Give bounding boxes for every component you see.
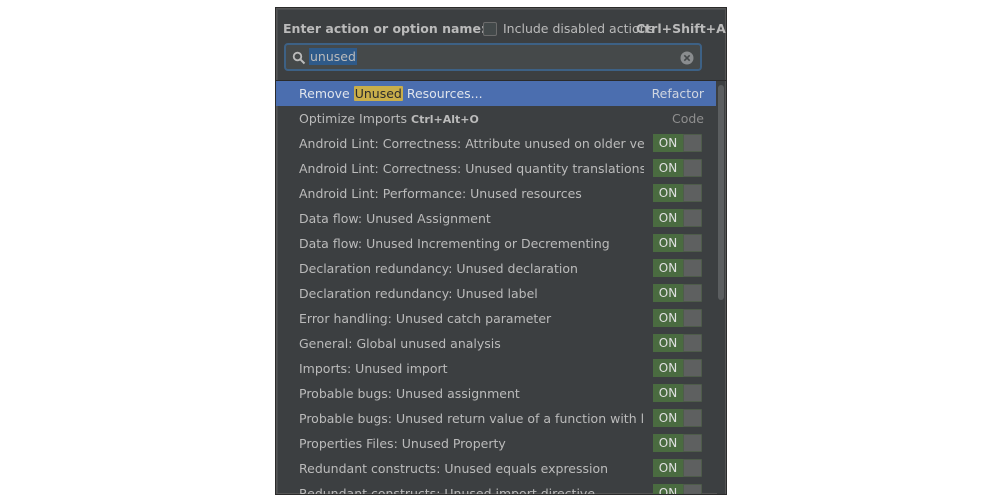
toggle-knob[interactable] bbox=[684, 210, 701, 226]
option-toggle[interactable]: ON bbox=[653, 409, 702, 427]
result-row[interactable]: Declaration redundancy: Unused label ON bbox=[276, 281, 716, 306]
toggle-knob[interactable] bbox=[684, 135, 701, 151]
result-name-text: Optimize Imports bbox=[299, 111, 411, 126]
toggle-state-label: ON bbox=[653, 334, 683, 352]
include-disabled-shortcut: Ctrl+Shift+A bbox=[636, 21, 726, 36]
toggle-state-label: ON bbox=[653, 459, 683, 477]
result-name: Declaration redundancy: Unused label bbox=[299, 286, 538, 301]
option-toggle[interactable]: ON bbox=[653, 484, 702, 494]
result-row[interactable]: Optimize Imports Ctrl+Alt+O Code bbox=[276, 106, 716, 131]
find-action-popup: Enter action or option name: Include dis… bbox=[275, 7, 727, 495]
result-row[interactable]: General: Global unused analysis ON bbox=[276, 331, 716, 356]
toggle-state-label: ON bbox=[653, 159, 683, 177]
toggle-knob[interactable] bbox=[684, 310, 701, 326]
option-toggle[interactable]: ON bbox=[653, 259, 702, 277]
include-disabled-checkbox[interactable] bbox=[483, 22, 497, 36]
option-toggle[interactable]: ON bbox=[653, 334, 702, 352]
result-row[interactable]: Android Lint: Correctness: Attribute unu… bbox=[276, 131, 716, 156]
toggle-state-label: ON bbox=[653, 209, 683, 227]
popup-header: Enter action or option name: Include dis… bbox=[283, 21, 726, 39]
result-row[interactable]: Error handling: Unused catch parameter ON bbox=[276, 306, 716, 331]
toggle-knob[interactable] bbox=[684, 435, 701, 451]
toggle-state-label: ON bbox=[653, 434, 683, 452]
result-row[interactable]: Android Lint: Correctness: Unused quanti… bbox=[276, 156, 716, 181]
toggle-knob[interactable] bbox=[684, 235, 701, 251]
option-toggle[interactable]: ON bbox=[653, 359, 702, 377]
result-row[interactable]: Redundant constructs: Unused import dire… bbox=[276, 481, 716, 495]
toggle-knob[interactable] bbox=[684, 460, 701, 476]
action-prompt-label: Enter action or option name: bbox=[283, 21, 486, 36]
result-row[interactable]: Probable bugs: Unused return value of a … bbox=[276, 406, 716, 431]
option-toggle[interactable]: ON bbox=[653, 159, 702, 177]
results-list: Remove Unused Resources... Refactor Optimi… bbox=[276, 81, 716, 495]
result-shortcut: Ctrl+Alt+O bbox=[411, 113, 479, 126]
search-icon bbox=[292, 50, 306, 65]
result-group: Code bbox=[671, 111, 704, 126]
toggle-state-label: ON bbox=[653, 234, 683, 252]
result-name: Data flow: Unused Incrementing or Decrem… bbox=[299, 236, 610, 251]
search-field[interactable]: unused bbox=[284, 43, 702, 71]
scrollbar-thumb[interactable] bbox=[718, 85, 724, 300]
toggle-knob[interactable] bbox=[684, 410, 701, 426]
option-toggle[interactable]: ON bbox=[653, 459, 702, 477]
option-toggle[interactable]: ON bbox=[653, 384, 702, 402]
result-name: Declaration redundancy: Unused declarati… bbox=[299, 261, 578, 276]
result-row[interactable]: Data flow: Unused Assignment ON bbox=[276, 206, 716, 231]
toggle-knob[interactable] bbox=[684, 335, 701, 351]
toggle-knob[interactable] bbox=[684, 260, 701, 276]
search-input[interactable]: unused bbox=[309, 48, 357, 65]
result-name: Optimize Imports Ctrl+Alt+O bbox=[299, 106, 644, 131]
result-name: Properties Files: Unused Property bbox=[299, 436, 506, 451]
option-toggle[interactable]: ON bbox=[653, 234, 702, 252]
toggle-state-label: ON bbox=[653, 134, 683, 152]
result-row[interactable]: Imports: Unused import ON bbox=[276, 356, 716, 381]
toggle-knob[interactable] bbox=[684, 385, 701, 401]
result-row[interactable]: Remove Unused Resources... Refactor bbox=[276, 81, 716, 106]
result-name: Data flow: Unused Assignment bbox=[299, 211, 491, 226]
option-toggle[interactable]: ON bbox=[653, 434, 702, 452]
option-toggle[interactable]: ON bbox=[653, 209, 702, 227]
result-name: Android Lint: Performance: Unused resour… bbox=[299, 186, 582, 201]
toggle-state-label: ON bbox=[653, 309, 683, 327]
results-scrollbar[interactable] bbox=[717, 81, 725, 494]
search-match-highlight: Unused bbox=[353, 86, 403, 101]
result-row[interactable]: Redundant constructs: Unused equals expr… bbox=[276, 456, 716, 481]
result-name: Android Lint: Correctness: Attribute unu… bbox=[299, 136, 644, 151]
result-name: Remove Unused Resources... bbox=[299, 81, 644, 106]
result-row[interactable]: Android Lint: Performance: Unused resour… bbox=[276, 181, 716, 206]
toggle-knob[interactable] bbox=[684, 285, 701, 301]
toggle-knob[interactable] bbox=[684, 360, 701, 376]
result-name-text: Remove bbox=[299, 86, 354, 101]
result-name: Imports: Unused import bbox=[299, 361, 448, 376]
option-toggle[interactable]: ON bbox=[653, 284, 702, 302]
toggle-state-label: ON bbox=[653, 359, 683, 377]
toggle-knob[interactable] bbox=[684, 185, 701, 201]
result-row[interactable]: Properties Files: Unused Property ON bbox=[276, 431, 716, 456]
result-name: Error handling: Unused catch parameter bbox=[299, 311, 552, 326]
option-toggle[interactable]: ON bbox=[653, 134, 702, 152]
clear-icon[interactable] bbox=[680, 50, 694, 65]
result-row[interactable]: Probable bugs: Unused assignment ON bbox=[276, 381, 716, 406]
result-name: Redundant constructs: Unused import dire… bbox=[299, 486, 596, 495]
result-name: Android Lint: Correctness: Unused quanti… bbox=[299, 161, 644, 176]
toggle-state-label: ON bbox=[653, 284, 683, 302]
toggle-knob[interactable] bbox=[684, 160, 701, 176]
result-name-text: Resources... bbox=[402, 86, 483, 101]
toggle-state-label: ON bbox=[653, 409, 683, 427]
result-name: General: Global unused analysis bbox=[299, 336, 501, 351]
result-row[interactable]: Declaration redundancy: Unused declarati… bbox=[276, 256, 716, 281]
result-group: Refactor bbox=[651, 86, 704, 101]
include-disabled-label[interactable]: Include disabled actions bbox=[503, 21, 654, 36]
toggle-state-label: ON bbox=[653, 384, 683, 402]
result-row[interactable]: Data flow: Unused Incrementing or Decrem… bbox=[276, 231, 716, 256]
result-name: Probable bugs: Unused return value of a … bbox=[299, 411, 644, 426]
toggle-state-label: ON bbox=[653, 259, 683, 277]
toggle-state-label: ON bbox=[653, 184, 683, 202]
option-toggle[interactable]: ON bbox=[653, 184, 702, 202]
option-toggle[interactable]: ON bbox=[653, 309, 702, 327]
result-name: Redundant constructs: Unused equals expr… bbox=[299, 461, 609, 476]
result-name: Probable bugs: Unused assignment bbox=[299, 386, 520, 401]
toggle-knob[interactable] bbox=[684, 485, 701, 494]
toggle-state-label: ON bbox=[653, 484, 683, 494]
